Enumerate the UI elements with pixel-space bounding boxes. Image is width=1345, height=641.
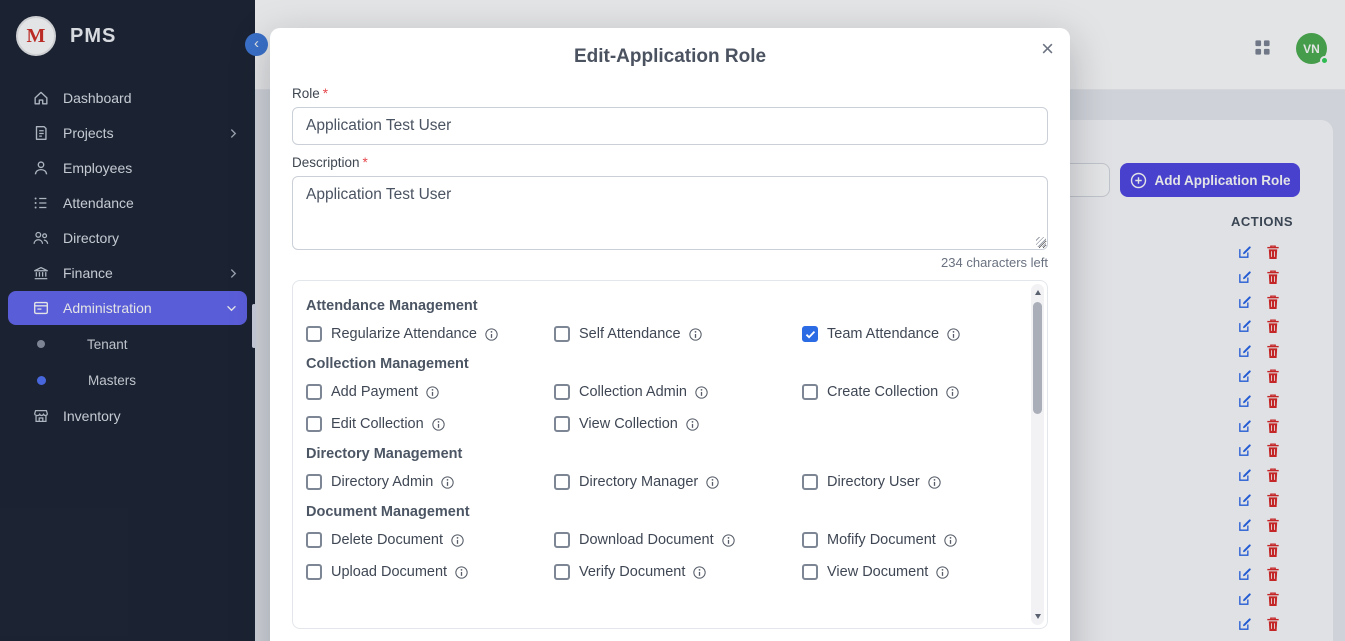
permission-label: Self Attendance (579, 326, 681, 342)
required-mark: * (363, 155, 368, 170)
permission-upload-document: Upload Document (306, 564, 554, 580)
permission-label: Team Attendance (827, 326, 939, 342)
permission-download-document: Download Document (554, 532, 802, 548)
permission-self-attendance: Self Attendance (554, 326, 802, 342)
scrollbar[interactable] (1031, 284, 1044, 625)
checkbox-view-document[interactable] (802, 564, 818, 580)
info-icon[interactable] (455, 566, 468, 579)
checkbox-collection-admin[interactable] (554, 384, 570, 400)
permission-directory-manager: Directory Manager (554, 474, 802, 490)
info-icon[interactable] (451, 534, 464, 547)
checkbox-create-collection[interactable] (802, 384, 818, 400)
permission-group-title: Attendance Management (306, 298, 1013, 314)
checkbox-view-collection[interactable] (554, 416, 570, 432)
permission-label: Edit Collection (331, 416, 424, 432)
info-icon[interactable] (928, 476, 941, 489)
info-icon[interactable] (485, 328, 498, 341)
permission-label: Delete Document (331, 532, 443, 548)
checkbox-directory-user[interactable] (802, 474, 818, 490)
permission-regularize-attendance: Regularize Attendance (306, 326, 554, 342)
permission-view-collection: View Collection (554, 416, 802, 432)
permission-label: Create Collection (827, 384, 938, 400)
permission-label: Collection Admin (579, 384, 687, 400)
close-icon[interactable]: × (1041, 38, 1054, 60)
checkbox-verify-document[interactable] (554, 564, 570, 580)
permissions-scroll-area: Attendance Management Regularize Attendan… (293, 281, 1047, 628)
checkbox-team-attendance[interactable] (802, 326, 818, 342)
permission-label: View Document (827, 564, 928, 580)
permission-label: View Collection (579, 416, 678, 432)
role-field-block: Role* (292, 86, 1048, 145)
permissions-panel: Attendance Management Regularize Attendan… (292, 280, 1048, 629)
checkbox-mofify-document[interactable] (802, 532, 818, 548)
permission-group-title: Document Management (306, 504, 1013, 520)
permission-label: Download Document (579, 532, 714, 548)
permission-label: Add Payment (331, 384, 418, 400)
info-icon[interactable] (689, 328, 702, 341)
info-icon[interactable] (432, 418, 445, 431)
permission-collection-admin: Collection Admin (554, 384, 802, 400)
description-textarea[interactable]: Application Test User (292, 176, 1048, 250)
checkbox-directory-manager[interactable] (554, 474, 570, 490)
checkbox-download-document[interactable] (554, 532, 570, 548)
permission-delete-document: Delete Document (306, 532, 554, 548)
permission-group-attendance-management: Attendance Management Regularize Attendan… (306, 298, 1013, 342)
permission-label: Directory User (827, 474, 920, 490)
checkbox-edit-collection[interactable] (306, 416, 322, 432)
permission-mofify-document: Mofify Document (802, 532, 1013, 548)
description-label: Description* (292, 155, 1048, 170)
info-icon[interactable] (947, 328, 960, 341)
role-input[interactable] (292, 107, 1048, 145)
scroll-down-icon[interactable] (1035, 614, 1041, 619)
permission-team-attendance: Team Attendance (802, 326, 1013, 342)
characters-left-counter: 234 characters left (292, 255, 1048, 270)
permission-group-collection-management: Collection Management Add Payment Collecti… (306, 356, 1013, 432)
checkbox-self-attendance[interactable] (554, 326, 570, 342)
permission-directory-user: Directory User (802, 474, 1013, 490)
description-field-block: Description* Application Test User 234 c… (292, 155, 1048, 270)
permission-label: Regularize Attendance (331, 326, 477, 342)
permission-group-directory-management: Directory Management Directory Admin Direc… (306, 446, 1013, 490)
permission-group-title: Directory Management (306, 446, 1013, 462)
checkbox-delete-document[interactable] (306, 532, 322, 548)
edit-application-role-dialog: × Edit-Application Role Role* Descriptio… (270, 28, 1070, 641)
scrollbar-thumb[interactable] (1033, 302, 1042, 414)
info-icon[interactable] (426, 386, 439, 399)
info-icon[interactable] (944, 534, 957, 547)
permission-create-collection: Create Collection (802, 384, 1013, 400)
dialog-title: Edit-Application Role (292, 46, 1048, 68)
info-icon[interactable] (695, 386, 708, 399)
info-icon[interactable] (936, 566, 949, 579)
checkbox-regularize-attendance[interactable] (306, 326, 322, 342)
permission-label: Directory Admin (331, 474, 433, 490)
info-icon[interactable] (693, 566, 706, 579)
permission-edit-collection: Edit Collection (306, 416, 554, 432)
required-mark: * (323, 86, 328, 101)
info-icon[interactable] (722, 534, 735, 547)
info-icon[interactable] (686, 418, 699, 431)
permission-label: Mofify Document (827, 532, 936, 548)
info-icon[interactable] (946, 386, 959, 399)
permission-label: Verify Document (579, 564, 685, 580)
scroll-up-icon[interactable] (1035, 290, 1041, 295)
info-icon[interactable] (441, 476, 454, 489)
permission-group-document-management: Document Management Delete Document Downlo… (306, 504, 1013, 580)
role-label: Role* (292, 86, 1048, 101)
permission-verify-document: Verify Document (554, 564, 802, 580)
checkbox-directory-admin[interactable] (306, 474, 322, 490)
permission-label: Directory Manager (579, 474, 698, 490)
permission-directory-admin: Directory Admin (306, 474, 554, 490)
checkbox-add-payment[interactable] (306, 384, 322, 400)
info-icon[interactable] (706, 476, 719, 489)
checkbox-upload-document[interactable] (306, 564, 322, 580)
permission-view-document: View Document (802, 564, 1013, 580)
permission-label: Upload Document (331, 564, 447, 580)
permission-group-title: Collection Management (306, 356, 1013, 372)
permission-add-payment: Add Payment (306, 384, 554, 400)
